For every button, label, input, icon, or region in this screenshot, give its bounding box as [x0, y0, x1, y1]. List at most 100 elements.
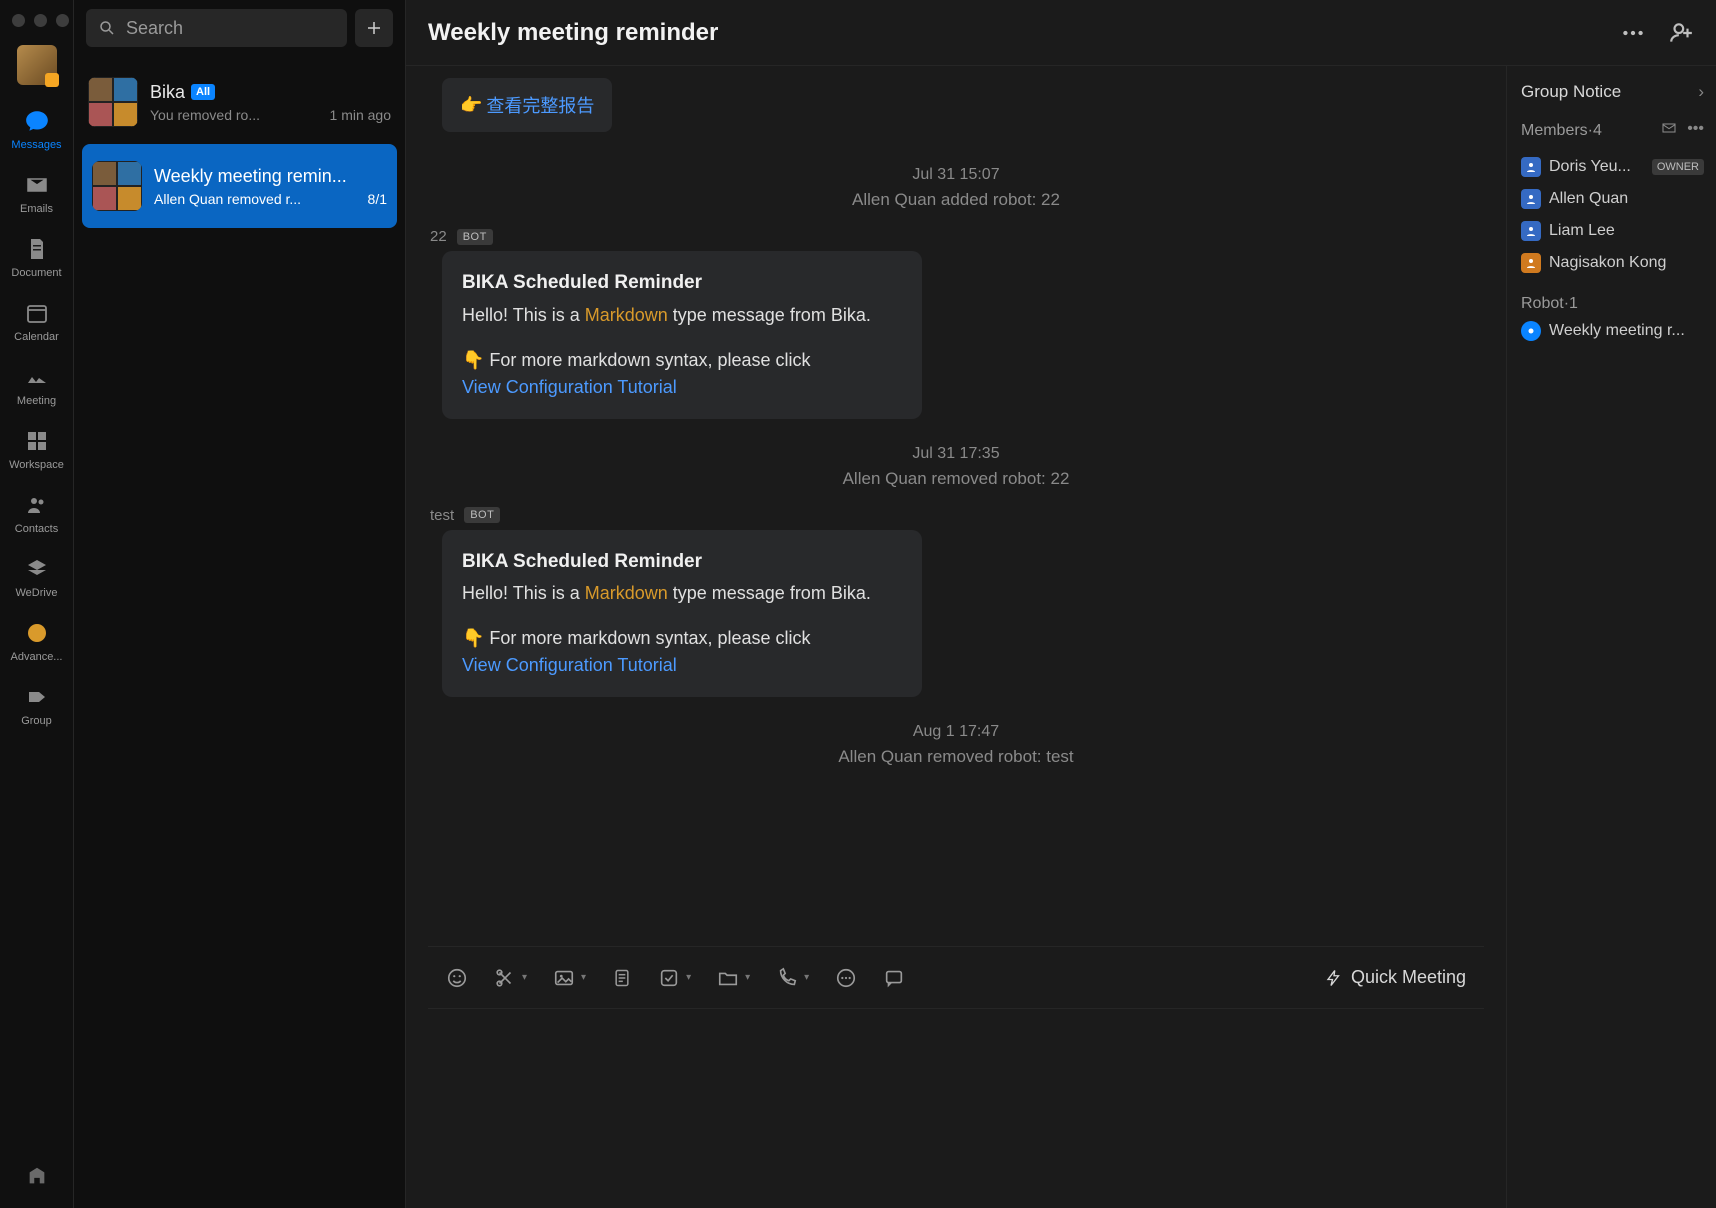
nav-document[interactable]: Document	[7, 227, 67, 285]
system-event: Allen Quan removed robot: test	[428, 747, 1484, 767]
advanced-icon	[23, 619, 51, 647]
more-icon[interactable]: •••	[1687, 120, 1704, 141]
folder-button[interactable]: ▾	[717, 967, 750, 989]
group-info-panel: Group Notice › Members·4 ••• Doris	[1506, 66, 1716, 1208]
member-row[interactable]: Nagisakon Kong	[1521, 247, 1704, 279]
nav-messages[interactable]: Messages	[7, 99, 67, 157]
nav-workspace[interactable]: Workspace	[7, 419, 67, 477]
link-card[interactable]: 👉 查看完整报告	[442, 78, 612, 132]
quick-meeting-button[interactable]: Quick Meeting	[1325, 967, 1466, 988]
mail-icon[interactable]	[1661, 120, 1677, 141]
search-input[interactable]: Search	[86, 9, 347, 47]
member-name: Liam Lee	[1549, 222, 1704, 240]
quick-meeting-label: Quick Meeting	[1351, 967, 1466, 988]
bot-card-keyword: Markdown	[585, 305, 668, 325]
nav-group[interactable]: Group	[7, 675, 67, 733]
window-traffic-lights[interactable]	[12, 6, 69, 37]
nav-label: Group	[21, 715, 52, 727]
conversation-item[interactable]: Weekly meeting remin... Allen Quan remov…	[82, 144, 397, 228]
user-avatar[interactable]	[17, 45, 57, 85]
nav-contacts[interactable]: Contacts	[7, 483, 67, 541]
bot-card-keyword: Markdown	[585, 583, 668, 603]
search-icon	[98, 19, 116, 37]
bot-card-text: Hello! This is a	[462, 583, 585, 603]
image-button[interactable]: ▾	[553, 967, 586, 989]
member-name: Allen Quan	[1549, 190, 1704, 208]
add-member-icon[interactable]	[1668, 20, 1694, 46]
mention-button[interactable]	[835, 967, 857, 989]
conversation-preview: You removed ro...	[150, 107, 260, 123]
close-dot[interactable]	[12, 14, 25, 27]
contacts-icon	[23, 491, 51, 519]
call-button[interactable]: ▾	[776, 967, 809, 989]
system-event: Allen Quan added robot: 22	[428, 190, 1484, 210]
quote-button[interactable]	[883, 967, 905, 989]
robot-count-label: Robot·1	[1521, 295, 1704, 313]
plus-icon	[365, 19, 383, 37]
link-text: 查看完整报告	[486, 92, 594, 118]
nav-label: Workspace	[9, 459, 64, 471]
system-timestamp: Jul 31 15:07	[428, 166, 1484, 184]
conversation-list-panel: Search Bika All You removed ro... 1 min …	[74, 0, 406, 1208]
chevron-down-icon: ▾	[745, 972, 750, 983]
system-timestamp: Jul 31 17:35	[428, 445, 1484, 463]
task-button[interactable]: ▾	[658, 967, 691, 989]
robot-row[interactable]: Weekly meeting r...	[1521, 321, 1704, 341]
conversation-item[interactable]: Bika All You removed ro... 1 min ago	[74, 60, 405, 144]
doc-button[interactable]	[612, 967, 632, 989]
document-icon	[23, 235, 51, 263]
nav-emails[interactable]: Emails	[7, 163, 67, 221]
chevron-down-icon: ▾	[804, 972, 809, 983]
bot-badge: BOT	[464, 507, 500, 523]
emails-icon	[23, 171, 51, 199]
tutorial-link[interactable]: View Configuration Tutorial	[462, 374, 902, 401]
nav-label: Advance...	[11, 651, 63, 663]
group-icon	[23, 683, 51, 711]
emoji-button[interactable]	[446, 967, 468, 989]
chat-title: Weekly meeting reminder	[428, 19, 1620, 47]
conversation-time: 1 min ago	[330, 107, 391, 123]
bolt-icon	[1325, 969, 1343, 987]
bot-message-card[interactable]: BIKA Scheduled Reminder Hello! This is a…	[442, 251, 922, 419]
member-row[interactable]: Allen Quan	[1521, 183, 1704, 215]
nav-label: Document	[11, 267, 61, 279]
system-timestamp: Aug 1 17:47	[428, 723, 1484, 741]
compose-button[interactable]	[355, 9, 393, 47]
org-switcher-icon[interactable]	[23, 1162, 51, 1190]
composer-toolbar: ▾ ▾ ▾ ▾ ▾ Quick Meeting	[428, 946, 1484, 1008]
bot-card-text: type message from Bika.	[668, 583, 871, 603]
snip-button[interactable]: ▾	[494, 967, 527, 989]
search-placeholder: Search	[126, 18, 183, 39]
member-avatar	[1521, 157, 1541, 177]
robot-avatar	[1521, 321, 1541, 341]
message-input[interactable]	[428, 1008, 1484, 1208]
bot-badge: BOT	[457, 229, 493, 245]
bot-message-card[interactable]: BIKA Scheduled Reminder Hello! This is a…	[442, 530, 922, 698]
bot-card-text: type message from Bika.	[668, 305, 871, 325]
nav-meeting[interactable]: Meeting	[7, 355, 67, 413]
chevron-down-icon: ▾	[581, 972, 586, 983]
more-icon[interactable]	[1620, 20, 1646, 46]
calendar-icon	[23, 299, 51, 327]
conversation-title: Weekly meeting remin...	[154, 166, 347, 187]
conversation-avatar	[88, 77, 138, 127]
group-notice-label: Group Notice	[1521, 82, 1621, 102]
maximize-dot[interactable]	[56, 14, 69, 27]
conversation-preview: Allen Quan removed r...	[154, 191, 301, 207]
nav-label: Contacts	[15, 523, 58, 535]
system-event: Allen Quan removed robot: 22	[428, 469, 1484, 489]
nav-advanced[interactable]: Advance...	[7, 611, 67, 669]
member-row[interactable]: Doris Yeu... OWNER	[1521, 151, 1704, 183]
robot-name: Weekly meeting r...	[1549, 322, 1685, 340]
nav-wedrive[interactable]: WeDrive	[7, 547, 67, 605]
nav-label: WeDrive	[16, 587, 58, 599]
tutorial-link[interactable]: View Configuration Tutorial	[462, 652, 902, 679]
minimize-dot[interactable]	[34, 14, 47, 27]
nav-calendar[interactable]: Calendar	[7, 291, 67, 349]
group-notice-header[interactable]: Group Notice ›	[1521, 82, 1704, 102]
chat-area: Weekly meeting reminder 👉 查看完整报告 Jul 31 …	[406, 0, 1716, 1208]
owner-badge: OWNER	[1652, 159, 1704, 175]
meeting-icon	[23, 363, 51, 391]
wedrive-icon	[23, 555, 51, 583]
member-row[interactable]: Liam Lee	[1521, 215, 1704, 247]
